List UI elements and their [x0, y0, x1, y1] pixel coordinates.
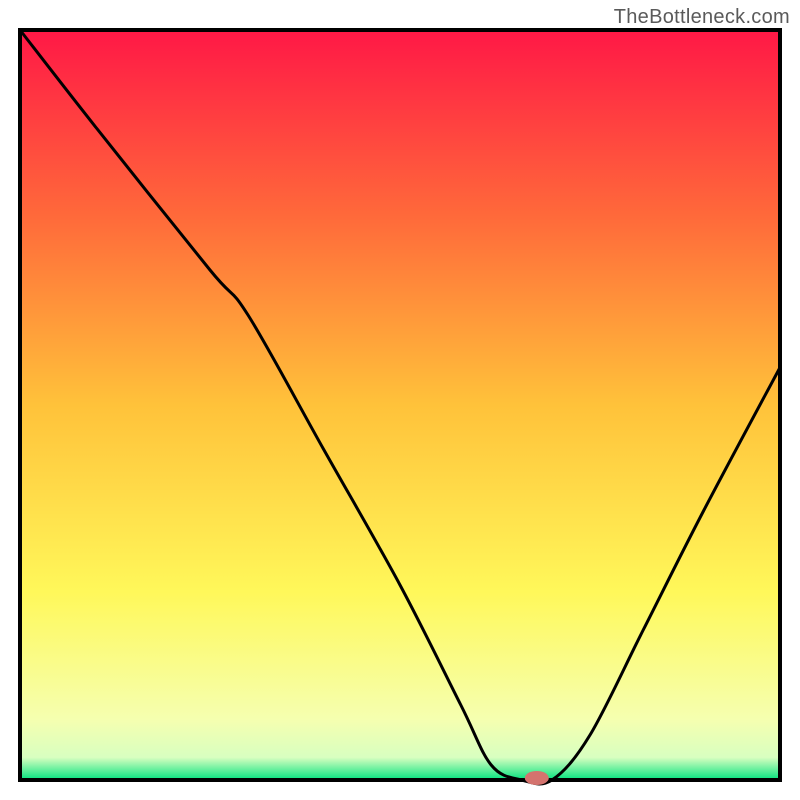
bottleneck-chart — [0, 0, 800, 800]
watermark-label: TheBottleneck.com — [614, 6, 790, 29]
plot-background — [20, 30, 780, 780]
chart-container: TheBottleneck.com — [0, 0, 800, 800]
optimal-point-marker — [525, 771, 549, 785]
